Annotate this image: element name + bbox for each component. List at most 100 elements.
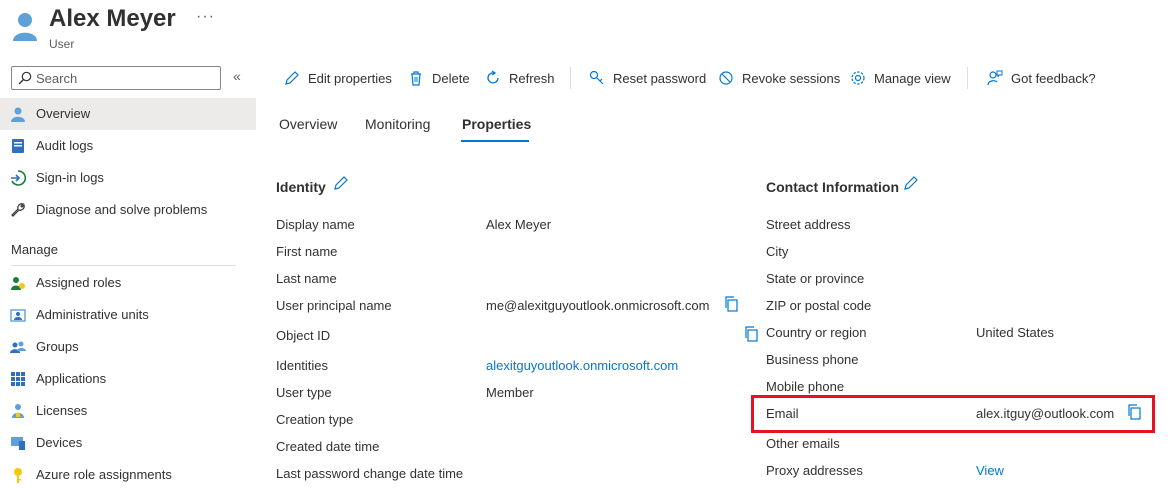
refresh-label: Refresh xyxy=(509,70,555,86)
manage-view-label: Manage view xyxy=(874,70,951,86)
display-name-value: Alex Meyer xyxy=(486,217,552,232)
sidebar-item-label: Licenses xyxy=(36,403,88,418)
page-subtitle: User xyxy=(49,37,75,51)
licenses-icon xyxy=(12,404,24,418)
sidebar-item-licenses[interactable]: Licenses xyxy=(0,395,256,427)
copy-icon[interactable] xyxy=(743,326,759,342)
sidebar: « Overview Audit logs Sign-in logs Diagn… xyxy=(0,56,256,489)
section-divider xyxy=(11,265,236,266)
gear-icon xyxy=(851,71,865,85)
delete-button[interactable]: Delete xyxy=(408,68,470,88)
more-options-button[interactable]: ··· xyxy=(196,8,215,26)
other-emails-label: Other emails xyxy=(766,436,840,451)
tab-properties[interactable]: Properties xyxy=(462,116,531,132)
user-icon xyxy=(11,107,25,122)
sidebar-item-label: Assigned roles xyxy=(36,275,122,290)
sidebar-item-label: Administrative units xyxy=(36,307,149,322)
wrench-icon xyxy=(11,203,25,217)
page-header: Alex Meyer User ··· xyxy=(0,0,1170,56)
sidebar-item-azure-role-assignments[interactable]: Azure role assignments xyxy=(0,459,256,489)
revoke-sessions-label: Revoke sessions xyxy=(742,70,841,86)
country-label: Country or region xyxy=(766,325,867,340)
active-tab-indicator xyxy=(461,140,529,142)
feedback-icon xyxy=(987,70,1003,86)
sidebar-item-label: Overview xyxy=(36,106,91,121)
sidebar-item-diagnose[interactable]: Diagnose and solve problems xyxy=(0,194,256,226)
devices-icon xyxy=(11,437,25,450)
edit-contact-icon[interactable] xyxy=(903,175,919,191)
identity-section-title: Identity xyxy=(276,179,326,195)
sidebar-item-label: Azure role assignments xyxy=(36,467,172,482)
feedback-label: Got feedback? xyxy=(1011,70,1096,86)
first-name-label: First name xyxy=(276,244,338,259)
sidebar-item-administrative-units[interactable]: Administrative units xyxy=(0,299,256,331)
proxy-addresses-view-link[interactable]: View xyxy=(976,463,1004,478)
contact-section-title: Contact Information xyxy=(766,179,899,195)
command-toolbar: Edit properties Delete Refresh Reset pas… xyxy=(276,62,1156,94)
toolbar-divider xyxy=(967,67,968,89)
sidebar-item-assigned-roles[interactable]: Assigned roles xyxy=(0,267,256,299)
street-address-label: Street address xyxy=(766,217,851,232)
display-name-label: Display name xyxy=(276,217,355,232)
user-type-value: Member xyxy=(486,385,534,400)
sidebar-item-label: Diagnose and solve problems xyxy=(36,202,208,217)
edit-properties-label: Edit properties xyxy=(308,70,392,86)
identities-link[interactable]: alexitguyoutlook.onmicrosoft.com xyxy=(486,358,678,373)
sidebar-item-label: Applications xyxy=(36,371,107,386)
sidebar-item-label: Sign-in logs xyxy=(36,170,104,185)
tab-overview[interactable]: Overview xyxy=(279,116,337,132)
feedback-button[interactable]: Got feedback? xyxy=(987,68,1096,88)
delete-label: Delete xyxy=(432,70,470,86)
manage-view-button[interactable]: Manage view xyxy=(850,68,951,88)
sidebar-item-audit-logs[interactable]: Audit logs xyxy=(0,130,256,162)
sidebar-item-label: Devices xyxy=(36,435,83,450)
last-name-label: Last name xyxy=(276,271,337,286)
revoke-sessions-button[interactable]: Revoke sessions xyxy=(718,68,840,88)
sidebar-item-label: Audit logs xyxy=(36,138,94,153)
admin-units-icon xyxy=(10,309,26,322)
copy-icon[interactable] xyxy=(723,296,739,312)
block-icon xyxy=(719,71,733,85)
city-label: City xyxy=(766,244,789,259)
creation-type-label: Creation type xyxy=(276,412,354,427)
manage-section-label: Manage xyxy=(11,242,58,257)
state-label: State or province xyxy=(766,271,865,286)
proxy-addresses-label: Proxy addresses xyxy=(766,463,863,478)
toolbar-divider xyxy=(570,67,571,89)
sidebar-item-groups[interactable]: Groups xyxy=(0,331,256,363)
trash-icon xyxy=(411,71,421,86)
identities-label: Identities xyxy=(276,358,329,373)
email-highlight-box xyxy=(751,395,1155,433)
search-input[interactable] xyxy=(36,70,216,86)
groups-icon xyxy=(10,341,26,353)
search-box[interactable] xyxy=(11,66,221,90)
collapse-sidebar-button[interactable]: « xyxy=(233,68,241,84)
key-icon xyxy=(589,70,604,85)
sidebar-item-devices[interactable]: Devices xyxy=(0,427,256,459)
sidebar-item-applications[interactable]: Applications xyxy=(0,363,256,395)
pencil-icon xyxy=(285,71,299,85)
mobile-phone-label: Mobile phone xyxy=(766,379,845,394)
key-icon xyxy=(14,468,22,483)
zip-label: ZIP or postal code xyxy=(766,298,872,313)
refresh-icon xyxy=(487,70,499,84)
sidebar-item-sign-in-logs[interactable]: Sign-in logs xyxy=(0,162,256,194)
password-change-label: Last password change date time xyxy=(276,466,464,481)
refresh-button[interactable]: Refresh xyxy=(485,68,555,88)
audit-log-icon xyxy=(12,139,24,153)
sign-in-icon xyxy=(11,170,26,186)
user-avatar-icon xyxy=(13,13,37,41)
edit-properties-button[interactable]: Edit properties xyxy=(284,68,392,88)
upn-value: me@alexitguyoutlook.onmicrosoft.com xyxy=(486,298,710,313)
applications-icon xyxy=(11,372,25,386)
upn-label: User principal name xyxy=(276,298,392,313)
sidebar-item-overview[interactable]: Overview xyxy=(0,98,256,130)
tab-monitoring[interactable]: Monitoring xyxy=(365,116,430,132)
page-title: Alex Meyer xyxy=(49,5,176,32)
edit-identity-icon[interactable] xyxy=(333,175,349,191)
sidebar-item-label: Groups xyxy=(36,339,79,354)
roles-icon xyxy=(11,277,25,290)
reset-password-button[interactable]: Reset password xyxy=(589,68,706,88)
created-date-label: Created date time xyxy=(276,439,380,454)
country-value: United States xyxy=(976,325,1055,340)
